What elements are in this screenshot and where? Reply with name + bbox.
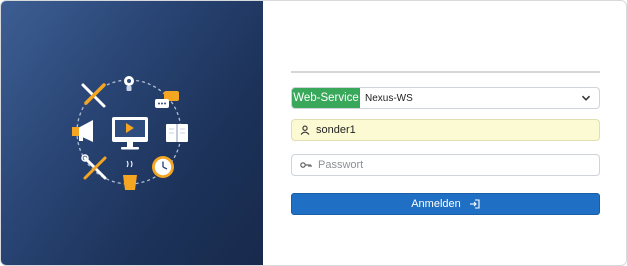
chevron-down-icon: [581, 95, 591, 101]
lightbulb-icon: [124, 76, 134, 91]
web-service-value: Nexus-WS: [365, 92, 413, 104]
username-field[interactable]: sonder1: [291, 119, 600, 141]
monitor-icon: [112, 117, 148, 150]
megaphone-icon: [72, 120, 93, 142]
hero-panel: [1, 1, 263, 265]
coffee-cup-icon: [123, 160, 137, 190]
clock-icon: [152, 156, 174, 178]
web-service-label: Web-Service: [292, 88, 360, 108]
divider: [291, 71, 600, 73]
login-button-label: Anmelden: [411, 198, 461, 210]
login-button[interactable]: Anmelden: [291, 193, 600, 215]
tools-icon: [81, 154, 107, 180]
web-service-select[interactable]: Nexus-WS: [360, 88, 599, 108]
username-value: sonder1: [316, 124, 356, 136]
book-icon: [166, 124, 188, 142]
user-icon: [300, 125, 310, 135]
web-service-selector[interactable]: Web-Service Nexus-WS: [291, 87, 600, 109]
key-icon: [300, 162, 312, 168]
chat-icon: [155, 91, 179, 108]
login-card: Web-Service Nexus-WS sonder1 Passwort An…: [0, 0, 627, 266]
login-panel: Web-Service Nexus-WS sonder1 Passwort An…: [263, 1, 626, 265]
pencil-ruler-icon: [81, 83, 106, 108]
password-field[interactable]: Passwort: [291, 154, 600, 176]
sign-in-icon: [469, 199, 480, 209]
password-placeholder: Passwort: [318, 159, 364, 171]
hero-illustration: [72, 76, 188, 190]
